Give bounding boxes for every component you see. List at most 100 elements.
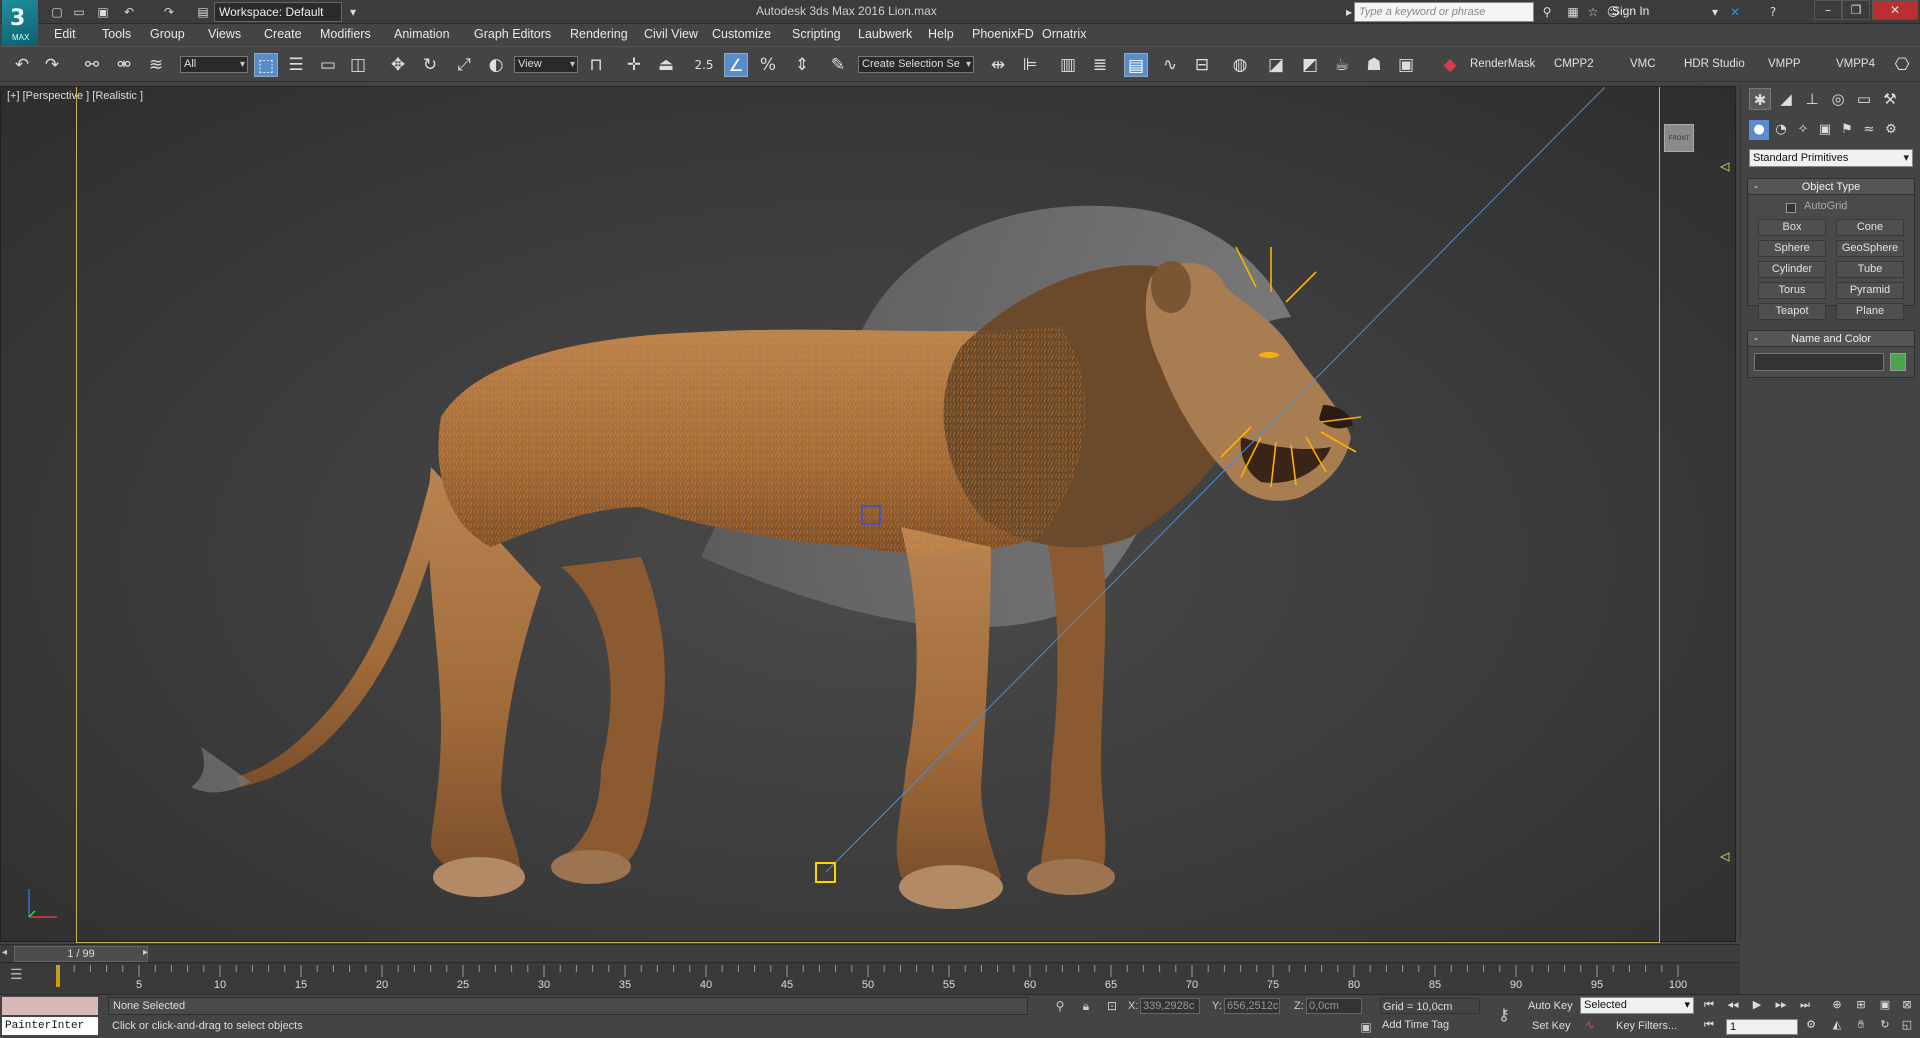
next-frame-icon[interactable]: ▸▸ [1772,997,1790,1013]
plane-button[interactable]: Plane [1836,303,1904,320]
cameras-category-icon[interactable]: ▣ [1815,120,1835,140]
menu-modifiers[interactable]: Modifiers [320,27,371,41]
torus-button[interactable]: Torus [1758,282,1826,299]
sign-in-link[interactable]: Sign In [1612,4,1649,18]
primitive-type-select[interactable]: Standard Primitives [1749,149,1913,167]
time-slider[interactable]: ◂ 1 / 99 ▸ [0,944,1740,962]
menu-laubwerk[interactable]: Laubwerk [858,27,912,41]
previous-frame-icon[interactable]: ◂◂ [1724,997,1742,1013]
menu-group[interactable]: Group [150,27,185,41]
go-to-start-icon[interactable]: ⏮ [1700,997,1718,1013]
viewcube[interactable]: FRONT [1664,124,1694,152]
selection-lock-icon[interactable]: 🔒︎ [1078,998,1094,1014]
angle-snap-toggle-icon[interactable]: ∠ [724,53,748,77]
render-iterative-icon[interactable]: ☗ [1362,53,1386,77]
spinner-snap-toggle-icon[interactable]: ⇕ [790,53,814,77]
quick-access-dropdown-icon[interactable]: ▾ [344,3,362,21]
undo-icon[interactable]: ↶ [10,53,34,77]
time-configuration-icon[interactable]: ⚙ [1802,1017,1820,1033]
percent-snap-toggle-icon[interactable]: % [756,53,780,77]
select-and-manipulate-icon[interactable]: ✛ [622,53,646,77]
menu-customize[interactable]: Customize [712,27,771,41]
open-file-icon[interactable]: ▭ [70,3,88,21]
rendered-frame-window-icon[interactable]: ◩ [1298,53,1322,77]
project-folder-icon[interactable]: ▤ [194,3,212,21]
y-coord-field[interactable]: 656,2512c [1224,998,1280,1014]
motion-tab-icon[interactable]: ◎ [1827,88,1849,110]
reference-coordinate-select[interactable]: View [514,56,578,73]
hierarchy-tab-icon[interactable]: ⊥ [1801,88,1823,110]
utilities-tab-icon[interactable]: ⚒ [1879,88,1901,110]
help-icon[interactable]: ? [1764,3,1782,21]
shapes-category-icon[interactable]: ◔ [1771,120,1791,140]
x-coord-field[interactable]: 339,2928c [1140,998,1200,1014]
default-in-out-tangents-key-icon[interactable]: ⚷ [1490,1007,1518,1023]
menu-create[interactable]: Create [264,27,302,41]
menu-tools[interactable]: Tools [102,27,131,41]
maxscript-listener-output[interactable] [2,997,98,1015]
select-and-move-icon[interactable]: ✥ [386,53,410,77]
zoom-extents-all-icon[interactable]: ⊠ [1898,997,1916,1013]
vmc-label[interactable]: VMC [1630,58,1656,70]
curve-editor-icon[interactable]: ∿ [1158,53,1182,77]
field-of-view-icon[interactable]: ◭ [1828,1017,1846,1033]
binoculars-icon[interactable]: ⚲ [1538,3,1556,21]
use-pivot-point-center-icon[interactable]: ⊓ [584,53,608,77]
render-setup-icon[interactable]: ◪ [1264,53,1288,77]
menu-phoenixfd[interactable]: PhoenixFD [972,27,1034,41]
pyramid-button[interactable]: Pyramid [1836,282,1904,299]
object-color-swatch[interactable] [1890,353,1906,371]
undo-quick-icon[interactable]: ↶ [120,3,138,21]
keyboard-shortcut-override-icon[interactable]: ⏏ [654,53,678,77]
z-coord-field[interactable]: 0,0cm [1306,998,1362,1014]
current-frame-field[interactable]: 1 [1726,1019,1798,1035]
menu-civil-view[interactable]: Civil View [644,27,698,41]
time-slider-thumb[interactable]: 1 / 99 [14,946,148,962]
box-button[interactable]: Box [1758,219,1826,236]
menu-graph-editors[interactable]: Graph Editors [474,27,551,41]
menu-scripting[interactable]: Scripting [792,27,841,41]
name-and-color-rollout-header[interactable]: Name and Color [1748,331,1914,347]
vmpp4-label[interactable]: VMPP4 [1836,58,1875,70]
cmpp2-label[interactable]: CMPP2 [1554,58,1594,70]
open-mini-curve-editor-icon[interactable]: ☰ [10,967,32,985]
key-mode-select[interactable]: Selected [1580,997,1694,1014]
helpers-category-icon[interactable]: ⚑ [1837,120,1857,140]
add-time-tag-button[interactable]: Add Time Tag [1382,1019,1449,1031]
save-file-icon[interactable]: ▣ [94,3,112,21]
toggle-ribbon-icon[interactable]: ▤ [1124,53,1148,77]
display-tab-icon[interactable]: ▭ [1853,88,1875,110]
render-production-icon[interactable]: ☕ [1330,53,1354,77]
object-name-field[interactable] [1754,353,1884,371]
sign-in-dropdown-icon[interactable]: ▾ [1706,3,1724,21]
cone-button[interactable]: Cone [1836,219,1904,236]
pan-view-icon[interactable]: ✋︎ [1852,1017,1870,1033]
menu-rendering[interactable]: Rendering [570,27,628,41]
geosphere-button[interactable]: GeoSphere [1836,240,1904,257]
toggle-scene-explorer-icon[interactable]: ▥ [1056,53,1080,77]
select-and-link-icon[interactable]: ⚯ [80,53,104,77]
edit-named-selection-icon[interactable]: ✎ [826,53,850,77]
rendermask-icon[interactable]: ◆ [1438,53,1462,77]
geometry-category-icon[interactable]: ● [1749,120,1769,140]
autogrid-checkbox[interactable] [1786,203,1796,213]
tube-button[interactable]: Tube [1836,261,1904,278]
maxscript-mini-listener-input[interactable]: PainterInter [2,1017,98,1035]
isolate-selection-icon[interactable]: ⚲ [1052,998,1068,1014]
absolute-relative-mode-icon[interactable]: ⊡ [1104,998,1120,1014]
toggle-layer-explorer-icon[interactable]: ≣ [1088,53,1112,77]
search-input[interactable]: Type a keyword or phrase [1354,2,1534,22]
rectangular-selection-region-icon[interactable]: ▭ [316,53,340,77]
workspace-select[interactable]: Workspace: Default [214,2,342,22]
zoom-all-icon[interactable]: ⊞ [1852,997,1870,1013]
unlink-selection-icon[interactable]: ⚮ [112,53,136,77]
subscription-icon[interactable]: ▦ [1564,3,1582,21]
restore-window-button[interactable]: ❐ [1842,0,1870,20]
rendermask-label[interactable]: RenderMask [1470,58,1535,70]
toolbar-overflow-icon[interactable]: ⎔ [1890,53,1914,77]
select-and-place-icon[interactable]: ◐ [484,53,508,77]
window-crossing-icon[interactable]: ◫ [346,53,370,77]
object-type-rollout-header[interactable]: Object Type [1748,179,1914,195]
key-filters-button[interactable]: Key Filters... [1616,1020,1677,1032]
time-slider-next-icon[interactable]: ▸ [143,947,148,958]
